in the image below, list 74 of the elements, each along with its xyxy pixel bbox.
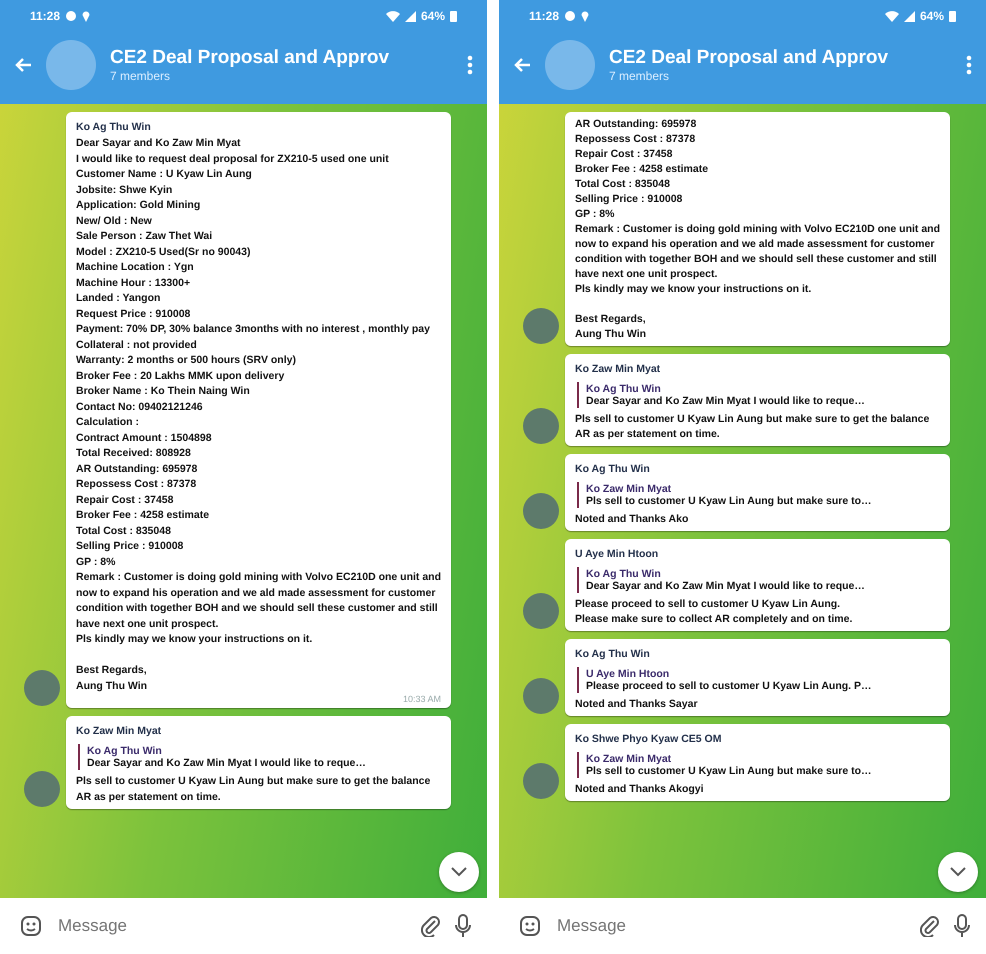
- sender-name: U Aye Min Htoon: [575, 548, 658, 560]
- signal-icon: [904, 10, 915, 22]
- reply-sender: U Aye Min Htoon: [586, 668, 670, 680]
- message-text: Dear Sayar and Ko Zaw Min Myat I would like to request deal proposal for ZX210-5 used one unit Customer Name : U Kyaw Lin Aung Jobsite: Shwe Kyin Application: Gold Mining New/ Old : New Sale Person : Zaw Thet Wai Model : ZX210-5 Used(Sr no 90043) Machine Location : Ygn Machine Hour : 13300+ Landed : Yangon Request Price : 910008 Payment: 70% DP, 30% balance 3months with no interest , monthly pay Collateral : not provided Warranty: 2 months or 500 hours (SRV only) Broker Fee : 20 Lakhs MMK upon delivery Broker Name : Ko Thein Naing Win Contact No: 09402121246 Calculation : Contract Amount : 1504898 Total Received: 808928 AR Outstanding: 695978 Repossess Cost : 87378 Repair Cost : 37458 Broker Fee : 4258 estimate Total Cost : 835048 Selling Price : 910008 GP : 8% Remark : Customer is doing gold mining with Volvo EC210D one unit and now to expand his operation and we ald made assessment for customer condition with together BOH and we should sell these customer and still have next one unit prospect. Pls kindly may we know your instructions on it. Best Regards, Aung Thu Win: [76, 136, 441, 694]
- wifi-icon: [386, 10, 400, 22]
- signal-icon: [404, 10, 416, 22]
- reply-sender: Ko Ag Thu Win: [87, 745, 163, 757]
- avatar[interactable]: [523, 493, 559, 529]
- avatar[interactable]: [523, 408, 559, 444]
- reply-quote[interactable]: Ko Ag Thu Win Dear Sayar and Ko Zaw Min Myat I would like to reque…: [78, 744, 441, 770]
- more-menu-icon[interactable]: [467, 55, 473, 75]
- sticker-icon[interactable]: [20, 915, 42, 937]
- reply-quote[interactable]: Ko Zaw Min Myat Pls sell to customer U Kyaw Lin Aung but make sure to…: [577, 752, 940, 778]
- sender-name: Ko Shwe Phyo Kyaw CE5 OM: [575, 733, 722, 745]
- reply-quote[interactable]: Ko Ag Thu Win Dear Sayar and Ko Zaw Min Myat I would like to reque…: [577, 382, 940, 408]
- avatar[interactable]: [523, 763, 559, 799]
- message-input[interactable]: Message: [555, 915, 906, 937]
- message-text: Noted and Thanks Akogyi: [575, 782, 705, 797]
- avatar[interactable]: [24, 670, 60, 706]
- message-text: Pls sell to customer U Kyaw Lin Aung but make sure to get the balance AR as per statement on time.: [575, 412, 930, 442]
- avatar[interactable]: [523, 593, 559, 629]
- sender-name: Ko Ag Thu Win: [575, 463, 650, 475]
- paperclip-icon[interactable]: [920, 915, 940, 937]
- location-icon: [82, 10, 90, 22]
- reply-quote[interactable]: Ko Ag Thu Win Dear Sayar and Ko Zaw Min Myat I would like to reque…: [577, 567, 940, 593]
- reply-text: Dear Sayar and Ko Zaw Min Myat I would like to reque…: [586, 395, 866, 407]
- reply-text: Please proceed to sell to customer U Kyaw Lin Aung. P…: [586, 680, 873, 692]
- notification-icon: [65, 10, 78, 22]
- message-text: Noted and Thanks Sayar: [575, 697, 699, 712]
- reply-text: Pls sell to customer U Kyaw Lin Aung but make sure to…: [586, 765, 872, 777]
- sticker-icon[interactable]: [519, 915, 541, 937]
- member-count: 7 members: [609, 69, 670, 83]
- reply-sender: Ko Ag Thu Win: [586, 568, 662, 580]
- message-text: Please proceed to sell to customer U Kyaw Lin Aung. Please make sure to collect AR completely and on time.: [575, 597, 854, 627]
- back-arrow-icon[interactable]: [513, 57, 531, 73]
- avatar[interactable]: [24, 771, 60, 807]
- chevron-down-icon: [451, 867, 467, 877]
- battery-icon: [949, 10, 956, 22]
- avatar[interactable]: [523, 308, 559, 344]
- avatar[interactable]: [523, 678, 559, 714]
- message-text: Pls sell to customer U Kyaw Lin Aung but make sure to get the balance AR as per statement on time.: [76, 774, 432, 804]
- message-time: 10:33 AM: [402, 694, 441, 704]
- reply-quote[interactable]: U Aye Min Htoon Please proceed to sell to customer U Kyaw Lin Aung. P…: [577, 667, 940, 693]
- reply-quote[interactable]: Ko Zaw Min Myat Pls sell to customer U Kyaw Lin Aung but make sure to…: [577, 482, 940, 508]
- reply-text: Dear Sayar and Ko Zaw Min Myat I would like to reque…: [586, 580, 866, 592]
- message-input[interactable]: Message: [56, 915, 407, 937]
- reply-sender: Ko Zaw Min Myat: [586, 753, 672, 765]
- status-time: 11:28: [529, 9, 560, 23]
- sender-name: Ko Ag Thu Win: [575, 648, 650, 660]
- microphone-icon[interactable]: [954, 914, 970, 938]
- paperclip-icon[interactable]: [421, 915, 441, 937]
- member-count: 7 members: [110, 69, 170, 83]
- more-menu-icon[interactable]: [966, 55, 972, 75]
- sender-name: Ko Ag Thu Win: [76, 121, 151, 133]
- location-icon: [581, 10, 590, 22]
- sender-name: Ko Zaw Min Myat: [76, 725, 162, 737]
- sender-name: Ko Zaw Min Myat: [575, 363, 660, 375]
- battery-icon: [450, 10, 457, 22]
- reply-text: Dear Sayar and Ko Zaw Min Myat I would like to reque…: [87, 757, 367, 769]
- reply-text: Pls sell to customer U Kyaw Lin Aung but make sure to…: [586, 495, 872, 507]
- battery-level: 64%: [920, 9, 944, 23]
- notification-icon: [564, 10, 576, 22]
- chat-title: CE2 Deal Proposal and Approv: [110, 47, 390, 69]
- chat-title: CE2 Deal Proposal and Approv: [609, 47, 888, 69]
- back-arrow-icon[interactable]: [14, 57, 32, 73]
- battery-level: 64%: [420, 9, 445, 23]
- message-text: Noted and Thanks Ako: [575, 512, 690, 527]
- reply-sender: Ko Zaw Min Myat: [586, 483, 672, 495]
- reply-sender: Ko Ag Thu Win: [586, 383, 662, 395]
- microphone-icon[interactable]: [455, 914, 471, 938]
- status-time: 11:28: [30, 9, 60, 23]
- chevron-down-icon: [950, 867, 966, 877]
- message-text: AR Outstanding: 695978 Repossess Cost : 87378 Repair Cost : 37458 Broker Fee : 4258 estimate Total Cost : 835048 Selling Price : 910008 GP : 8% Remark : Customer is doing gold mining with Volvo EC210D one unit and now to expand his operation and we ald made assessment for customer condition with together BOH and we should sell these customer and still have next one unit prospect. Pls kindly may we know your instructions on it. Best Regards, Aung Thu Win: [575, 117, 940, 342]
- wifi-icon: [884, 10, 899, 22]
